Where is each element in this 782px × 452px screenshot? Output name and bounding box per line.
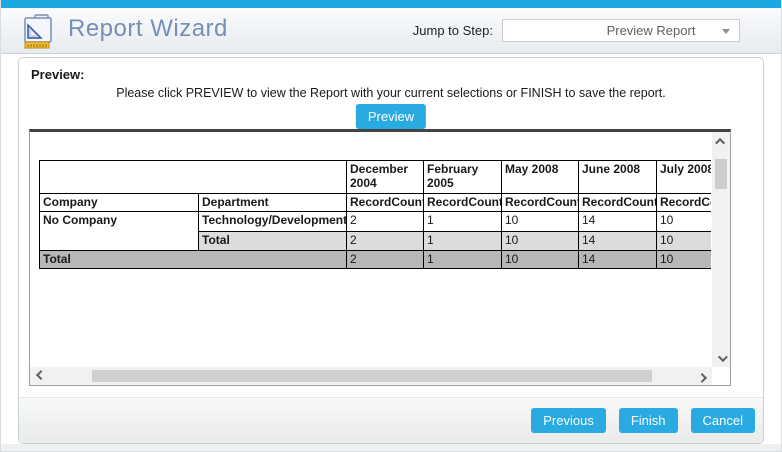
report-wizard-icon <box>20 11 58 56</box>
table-header-fields-row: Company Department RecordCount RecordCou… <box>40 194 712 212</box>
corner-cell <box>40 161 347 194</box>
scroll-right-button[interactable] <box>694 367 712 385</box>
value-cell: 1 <box>424 212 502 232</box>
wizard-header: Report Wizard Jump to Step: Preview Repo… <box>0 8 782 54</box>
table-row: No Company Technology/Development 2 1 10… <box>40 212 712 232</box>
recordcount-header: RecordCount <box>579 194 657 212</box>
month-header: June 2008 <box>579 161 657 194</box>
value-cell: 10 <box>502 212 579 232</box>
month-header: December 2004 <box>347 161 424 194</box>
company-cell: No Company <box>40 212 199 251</box>
preview-section-label: Preview: <box>31 67 84 82</box>
grand-total-cell: Total <box>40 251 347 269</box>
preview-table: December 2004 February 2005 May 2008 Jun… <box>39 160 711 269</box>
value-cell: 10 <box>657 212 712 232</box>
value-cell: 14 <box>579 212 657 232</box>
recordcount-header: RecordCount <box>424 194 502 212</box>
chevron-down-icon <box>722 29 730 34</box>
department-cell: Technology/Development <box>199 212 347 232</box>
value-cell: 10 <box>502 251 579 269</box>
table-header-months-row: December 2004 February 2005 May 2008 Jun… <box>40 161 712 194</box>
scroll-left-button[interactable] <box>30 367 48 385</box>
value-cell: 2 <box>347 232 424 251</box>
preview-instruction-text: Please click PREVIEW to view the Report … <box>19 86 763 100</box>
month-header: February 2005 <box>424 161 502 194</box>
wizard-footer: Previous Finish Cancel <box>19 397 763 443</box>
finish-button[interactable]: Finish <box>619 408 678 433</box>
chevron-right-icon <box>697 372 707 382</box>
value-cell: 1 <box>424 251 502 269</box>
month-header: May 2008 <box>502 161 579 194</box>
horizontal-scrollbar-thumb[interactable] <box>92 370 652 382</box>
chevron-left-icon <box>35 370 45 380</box>
previous-button[interactable]: Previous <box>531 408 606 433</box>
recordcount-header: RecordCount <box>502 194 579 212</box>
value-cell: 14 <box>579 251 657 269</box>
table-row-grand-total: Total 2 1 10 14 10 <box>40 251 712 269</box>
recordcount-header: RecordCount <box>657 194 712 212</box>
recordcount-header: RecordCount <box>347 194 424 212</box>
top-accent-bar <box>0 0 782 8</box>
value-cell: 2 <box>347 251 424 269</box>
report-preview-viewport: December 2004 February 2005 May 2008 Jun… <box>29 129 731 386</box>
cancel-button[interactable]: Cancel <box>691 408 755 433</box>
preview-button[interactable]: Preview <box>356 104 426 129</box>
value-cell: 14 <box>579 232 657 251</box>
company-header: Company <box>40 194 199 212</box>
vertical-scrollbar[interactable] <box>712 132 730 367</box>
report-table-container: December 2004 February 2005 May 2008 Jun… <box>39 160 711 272</box>
vertical-scrollbar-thumb[interactable] <box>715 159 727 189</box>
department-header: Department <box>199 194 347 212</box>
month-header: July 2008 <box>657 161 712 194</box>
jump-to-step-dropdown[interactable]: Preview Report <box>502 19 740 42</box>
jump-to-step-label: Jump to Step: <box>413 23 493 38</box>
jump-to-step-group: Jump to Step: Preview Report <box>413 19 740 42</box>
scroll-up-button[interactable] <box>712 132 730 150</box>
department-total-cell: Total <box>199 232 347 251</box>
value-cell: 10 <box>657 232 712 251</box>
page-title: Report Wizard <box>68 15 228 43</box>
value-cell: 1 <box>424 232 502 251</box>
horizontal-scrollbar[interactable] <box>30 367 712 385</box>
wizard-content-panel: Preview: Please click PREVIEW to view th… <box>18 57 764 444</box>
chevron-up-icon <box>715 137 725 147</box>
value-cell: 10 <box>657 251 712 269</box>
jump-to-step-value: Preview Report <box>547 23 696 38</box>
value-cell: 2 <box>347 212 424 232</box>
chevron-down-icon <box>717 352 727 362</box>
scroll-down-button[interactable] <box>712 349 730 367</box>
window-bottom-edge <box>0 444 782 452</box>
value-cell: 10 <box>502 232 579 251</box>
